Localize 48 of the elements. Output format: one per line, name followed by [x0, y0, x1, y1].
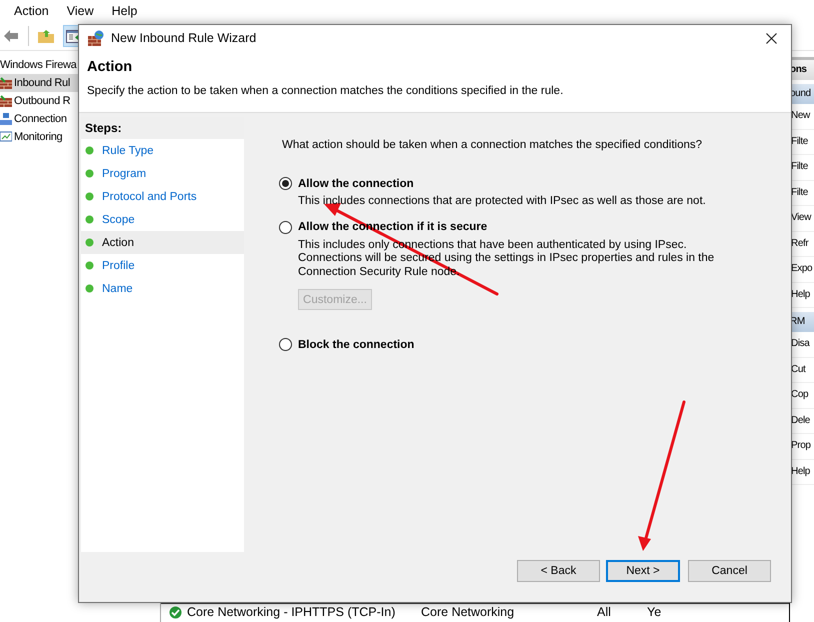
menu-item[interactable]: Help	[110, 4, 140, 18]
tree-item[interactable]: Outbound R	[0, 92, 78, 110]
status-dot-icon	[85, 169, 94, 178]
question-text: What action should be taken when a connection matches the specified conditions?	[282, 139, 704, 151]
radio-button[interactable]	[279, 338, 292, 351]
table-cell-text: All	[597, 605, 612, 619]
dialog-button[interactable]: < Back	[517, 560, 600, 582]
step-link[interactable]: Action	[81, 231, 244, 254]
page-description: Specify the action to be taken when a connection matches the conditions specified in the rule.	[87, 85, 564, 97]
check-icon	[169, 606, 182, 618]
status-dot-icon	[85, 192, 94, 201]
status-dot-icon	[85, 238, 94, 247]
brick-wall-icon	[0, 95, 12, 107]
option-label[interactable]: Block the connection	[298, 338, 414, 350]
step-link[interactable]: Protocol and Ports	[81, 185, 244, 208]
page-heading: Action	[87, 59, 134, 75]
tree-root[interactable]: Windows Firewa	[0, 56, 76, 74]
status-dot-icon	[85, 146, 94, 155]
folder-icon	[38, 29, 54, 43]
dialog-button[interactable]: Cancel	[688, 560, 771, 582]
tree-item[interactable]: Inbound Rul	[0, 74, 78, 92]
tree-item[interactable]: Connection	[0, 110, 78, 128]
step-link[interactable]: Program	[81, 162, 244, 185]
brick-wall-icon	[0, 77, 12, 89]
radio-button[interactable]	[279, 220, 292, 234]
tree-item[interactable]: Monitoring	[0, 128, 78, 146]
back-arrow-icon	[4, 30, 18, 42]
status-dot-icon	[85, 284, 94, 293]
status-dot-icon	[85, 261, 94, 270]
option-label[interactable]: Allow the connection	[298, 178, 414, 190]
step-link[interactable]: Name	[81, 277, 244, 300]
menu-item[interactable]: Action	[12, 4, 51, 18]
close-icon	[766, 32, 776, 44]
step-link[interactable]: Profile	[81, 254, 244, 277]
steps-title: Steps:	[81, 117, 244, 139]
radio-button[interactable]	[279, 177, 292, 190]
option-description: This includes connections that are protected with IPsec as well as those are not.	[298, 195, 707, 208]
step-link[interactable]: Scope	[81, 208, 244, 231]
table-cell-text: Core Networking	[421, 605, 516, 619]
dialog-button[interactable]: Next >	[606, 560, 680, 582]
table-cell-text: Core Networking - IPHTTPS (TCP-In)	[187, 605, 396, 619]
menu-item[interactable]: View	[64, 4, 96, 18]
status-dot-icon	[85, 215, 94, 224]
firewall-icon	[88, 30, 104, 46]
step-link[interactable]: Rule Type	[81, 139, 244, 162]
window-title: New Inbound Rule Wizard	[111, 31, 258, 45]
network-icon	[0, 113, 12, 125]
table-cell-text: Ye	[647, 605, 662, 619]
